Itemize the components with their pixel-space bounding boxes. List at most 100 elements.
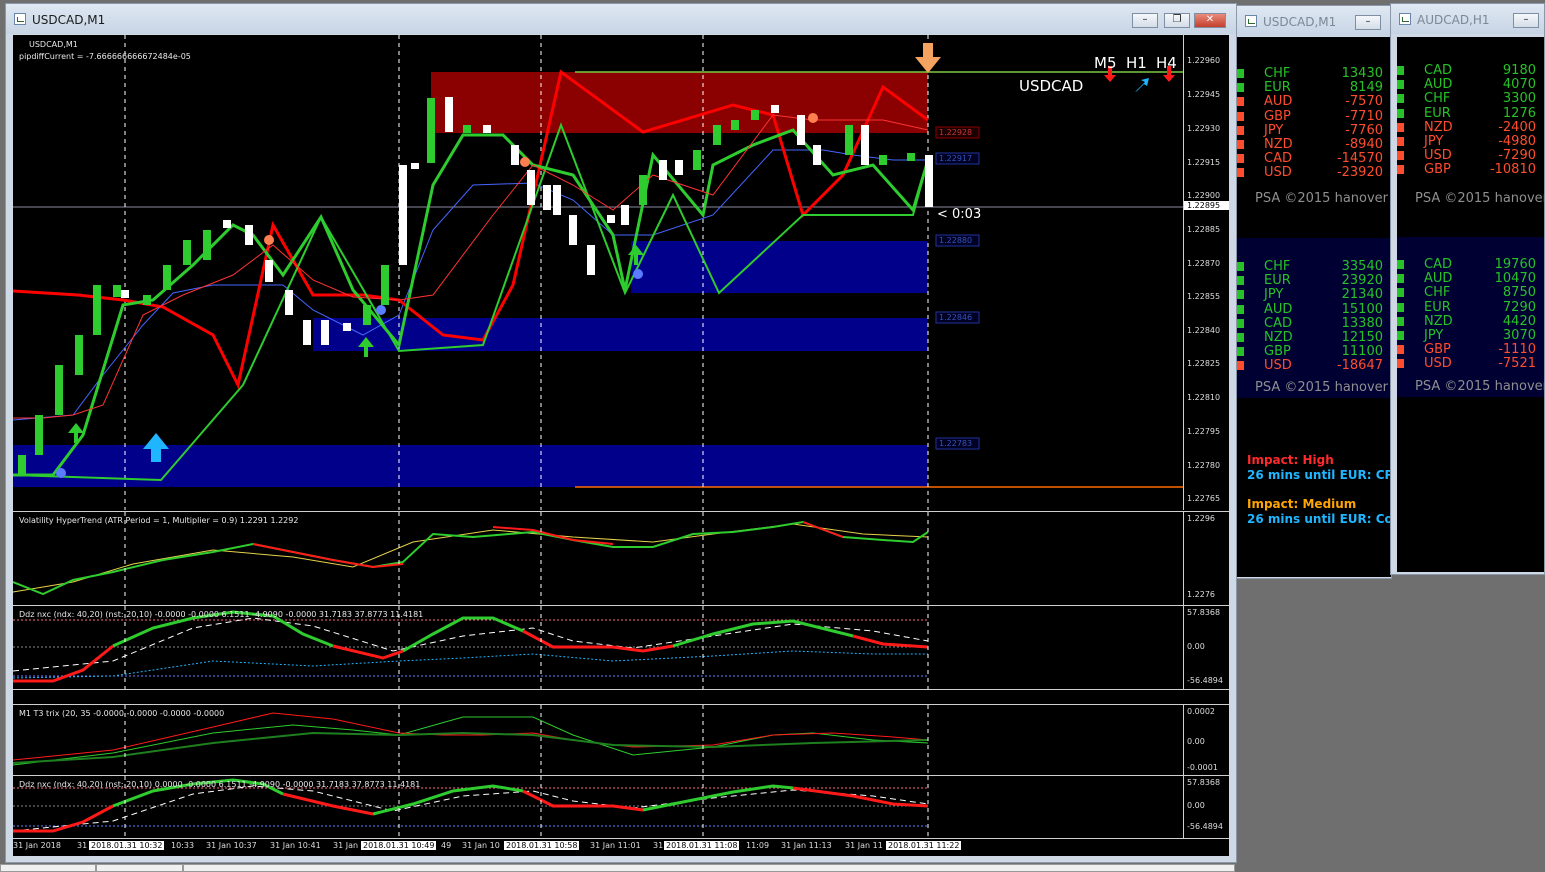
chart-client-area[interactable]: USDCAD,M1 pipdiffCurrent = -7.6666666666… xyxy=(13,35,1229,856)
indicator-pane-hypertrend[interactable]: Volatility HyperTrend (ATR Period = 1, M… xyxy=(13,511,1229,605)
signal-dot xyxy=(520,157,530,167)
indicator-pane-ddz-2[interactable]: Ddz nxc (ndx: 40,20) (nst: 20,10) 0.0000… xyxy=(13,775,1229,838)
restore-button[interactable]: ❐ xyxy=(1164,13,1190,28)
price-pane[interactable]: USDCAD,M1 pipdiffCurrent = -7.6666666666… xyxy=(13,35,1229,510)
currency-code: AUD xyxy=(1424,77,1453,93)
strength-marker xyxy=(1237,97,1244,107)
hline-tag-2: 1.22917 xyxy=(939,154,973,163)
strength-marker xyxy=(1397,345,1404,355)
time-axis[interactable]: 31 Jan 2018 31 2018.01.31 10:32 10:33 31… xyxy=(13,838,1229,856)
chart-titlebar[interactable]: USDCAD,M1 – ❐ ✕ xyxy=(6,4,1236,34)
chart-symbol-label: USDCAD,M1 xyxy=(29,40,78,49)
strength-marker xyxy=(1397,108,1404,118)
strength-value: 1276 xyxy=(1502,105,1536,121)
strength-value: 3070 xyxy=(1502,328,1536,343)
strength-row: USD -7521 xyxy=(1397,356,1544,371)
currency-code: GBP xyxy=(1424,162,1451,178)
price-tick: 1.22840 xyxy=(1187,326,1221,335)
currency-code: EUR xyxy=(1424,299,1451,315)
strength-marker xyxy=(1237,83,1244,93)
minimize-button[interactable]: – xyxy=(1132,13,1158,28)
axis-tick: -56.4894 xyxy=(1187,676,1223,685)
close-button[interactable]: ✕ xyxy=(1194,13,1226,28)
copyright-text: PSA ©2015 hanover xyxy=(1415,379,1544,394)
price-tick: 1.22810 xyxy=(1187,393,1221,402)
bottom-tab[interactable] xyxy=(183,864,1235,872)
tf-label-h1: H1 xyxy=(1126,54,1147,72)
strength-value: 4070 xyxy=(1502,77,1536,93)
strength-value: 13430 xyxy=(1341,66,1383,81)
strength-value: -1110 xyxy=(1498,342,1536,358)
strength-value: 8149 xyxy=(1349,80,1383,96)
currency-code: NZD xyxy=(1264,330,1293,345)
hline-tag-5: 1.22783 xyxy=(939,439,973,448)
strength-value: -8940 xyxy=(1345,137,1383,152)
strength-value: -7710 xyxy=(1345,108,1383,124)
minimize-button[interactable]: – xyxy=(1513,13,1539,28)
signal-dot xyxy=(808,113,818,123)
strength-row: CHF 8750 xyxy=(1397,285,1544,301)
currency-code: USD xyxy=(1264,165,1292,181)
currency-code: CAD xyxy=(1424,63,1452,78)
strength-row: GBP 11100 xyxy=(1237,344,1391,359)
currency-code: CHF xyxy=(1424,91,1451,107)
strength-value: -2400 xyxy=(1498,119,1536,135)
strength2-client: CAD 9180 AUD 4070 CHF 3300 EUR 1276 NZD -2400 JPY -… xyxy=(1397,37,1544,572)
strength-window-usdcad[interactable]: USDCAD,M1 – CHF 13430 EUR 8149 AUD -7570 GBP -7… xyxy=(1236,5,1392,579)
time-tick: 2018.01.31 11:08 xyxy=(664,841,740,850)
strength-value: 13380 xyxy=(1341,315,1383,331)
trix-axis: 0.0002 0.00 -0.0001 xyxy=(1183,705,1229,775)
axis-tick: -56.4894 xyxy=(1187,822,1223,831)
strength1-titlebar[interactable]: USDCAD,M1 – xyxy=(1237,6,1391,36)
strength-marker xyxy=(1397,260,1404,269)
currency-code: CAD xyxy=(1424,257,1452,272)
time-tick: 31 Jan 10:41 xyxy=(270,841,321,850)
indicator-pane-ddz-1[interactable]: Ddz nxc (ndx: 40,20) (nst: 20,10) -0.000… xyxy=(13,605,1229,689)
bar-countdown: < 0:03 xyxy=(937,207,982,222)
price-tick: 1.22885 xyxy=(1187,225,1221,234)
time-tick: 31 Jan 10:37 xyxy=(206,841,257,850)
indicator-pane-trix[interactable]: M1 T3 trix (20, 35 -0.0000 -0.0000 -0.00… xyxy=(13,704,1229,775)
currency-code: AUD xyxy=(1264,94,1293,110)
strength-row: AUD -7570 xyxy=(1237,94,1391,110)
strength-marker xyxy=(1237,262,1244,271)
time-tick: 31 Jan 2018 xyxy=(13,841,61,850)
strength-row: AUD 4070 xyxy=(1397,77,1544,93)
strength2-titlebar[interactable]: AUDCAD,H1 – xyxy=(1391,4,1544,34)
price-axis[interactable]: 1.22960 1.22945 1.22930 1.22915 1.22900 … xyxy=(1183,35,1229,510)
price-tick: 1.22915 xyxy=(1187,158,1221,167)
currency-code: EUR xyxy=(1424,105,1451,121)
trix-label: M1 T3 trix (20, 35 -0.0000 -0.0000 -0.00… xyxy=(19,709,225,718)
strength-marker xyxy=(1237,333,1244,342)
minimize-button[interactable]: – xyxy=(1355,15,1381,30)
bottom-tab[interactable] xyxy=(0,864,96,872)
price-tick: 1.22855 xyxy=(1187,292,1221,301)
strength-marker xyxy=(1237,140,1244,149)
currency-code: CAD xyxy=(1264,315,1292,331)
strength-value: 15100 xyxy=(1341,301,1383,317)
currency-code: AUD xyxy=(1424,271,1453,287)
bottom-tab[interactable] xyxy=(96,864,183,872)
price-tick: 1.22900 xyxy=(1187,191,1221,200)
time-tick: 2018.01.31 10:58 xyxy=(504,841,580,850)
strength-row: CAD 13380 xyxy=(1237,315,1391,331)
time-tick: 2018.01.31 10:49 xyxy=(361,841,437,850)
currency-code: JPY xyxy=(1424,328,1444,343)
strength-window-audcad[interactable]: AUDCAD,H1 – CAD 9180 AUD 4070 CHF 3300 EUR 1276… xyxy=(1390,3,1545,575)
chart-window-usdcad[interactable]: USDCAD,M1 – ❐ ✕ USDCAD,M1 pipdiffCurrent… xyxy=(5,3,1237,863)
time-tick: 31 Jan 11:01 xyxy=(590,841,641,850)
strength-value: 10470 xyxy=(1494,271,1536,287)
currency-code: JPY xyxy=(1264,287,1284,303)
strength-row: EUR 8149 xyxy=(1237,80,1391,96)
news-countdown-2: 26 mins until EUR: Cor xyxy=(1247,512,1391,526)
price-tick: 1.22960 xyxy=(1187,56,1221,65)
strength-marker xyxy=(1237,347,1244,357)
strength-marker xyxy=(1237,304,1244,314)
ddz2-axis: 57.8368 0.00 -56.4894 xyxy=(1183,776,1229,838)
big-sell-arrow-icon xyxy=(915,43,941,73)
strength2-lower: CAD 19760 AUD 10470 CHF 8750 EUR 7290 NZD 4420 JPY… xyxy=(1397,237,1544,397)
price-tick: 1.22795 xyxy=(1187,427,1221,436)
time-tick: 11:09 xyxy=(746,841,770,850)
strength-value: 8750 xyxy=(1502,285,1536,301)
strength2-title: AUDCAD,H1 xyxy=(1417,13,1490,27)
